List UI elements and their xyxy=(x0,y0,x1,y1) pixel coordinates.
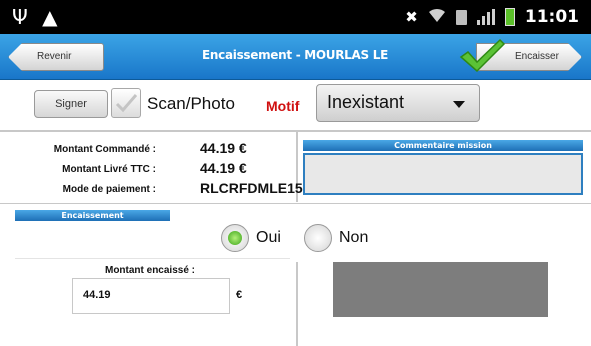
ordered-amount-row: Montant Commandé : 44.19 € xyxy=(0,140,296,160)
non-radio[interactable] xyxy=(304,224,332,252)
motif-select[interactable]: Inexistant xyxy=(316,84,480,122)
scan-label: Scan/Photo xyxy=(147,94,235,113)
divider xyxy=(0,203,591,204)
delivered-amount-label: Montant Livré TTC : xyxy=(62,164,156,175)
divider xyxy=(15,258,290,259)
status-time: 11:01 xyxy=(524,7,579,27)
encaissement-header: Encaissement xyxy=(15,210,170,221)
battery-icon xyxy=(504,8,515,26)
title-bar: Revenir Encaissement - MOURLAS LE Encais… xyxy=(0,34,591,80)
scan-checkbox[interactable] xyxy=(111,88,141,118)
checkmark-icon xyxy=(459,38,506,73)
payment-mode-row: Mode de paiement : RLCRFDMLE15 xyxy=(0,180,303,200)
wifi-icon xyxy=(428,7,446,28)
signature-area[interactable] xyxy=(333,262,548,317)
sign-button[interactable]: Signer xyxy=(34,90,108,118)
warning-icon: ▲ xyxy=(42,5,58,29)
non-label: Non xyxy=(339,229,369,246)
status-bar: Ψ ▲ ✖ 11:01 xyxy=(0,0,591,34)
payment-mode-label: Mode de paiement : xyxy=(62,184,156,195)
motif-select-value: Inexistant xyxy=(327,92,405,112)
check-icon xyxy=(115,94,138,113)
payment-mode-value: RLCRFDMLE15 xyxy=(200,180,303,196)
amount-received-input[interactable]: 44.19 xyxy=(72,278,230,314)
radio-selected-dot xyxy=(228,231,242,245)
vertical-divider xyxy=(296,262,298,346)
oui-label: Oui xyxy=(256,229,281,246)
signal-icon xyxy=(476,9,495,25)
ordered-amount-label: Montant Commandé : xyxy=(53,144,156,155)
usb-icon: Ψ xyxy=(12,5,28,29)
status-right-icons: ✖ 11:01 xyxy=(405,5,579,29)
page-title: Encaissement - MOURLAS LE xyxy=(202,48,388,62)
amount-received-label: Montant encaissé : xyxy=(104,265,196,276)
delivered-amount-row: Montant Livré TTC : 44.19 € xyxy=(0,160,296,180)
app-screen: Ψ ▲ ✖ 11:01 Revenir Encaissement - MOURL… xyxy=(0,0,591,346)
delivered-amount-value: 44.19 € xyxy=(200,160,247,176)
oui-radio[interactable] xyxy=(221,224,249,252)
comment-field[interactable] xyxy=(303,153,583,195)
motif-label: Motif xyxy=(266,98,300,114)
comment-header: Commentaire mission xyxy=(303,140,583,151)
status-left-icons: Ψ ▲ xyxy=(12,5,66,29)
currency-label: € xyxy=(236,289,243,301)
sim-icon xyxy=(455,9,467,25)
mute-icon: ✖ xyxy=(405,8,418,26)
back-button[interactable]: Revenir xyxy=(8,43,104,71)
ordered-amount-value: 44.19 € xyxy=(200,140,247,156)
caret-down-icon xyxy=(453,101,465,108)
